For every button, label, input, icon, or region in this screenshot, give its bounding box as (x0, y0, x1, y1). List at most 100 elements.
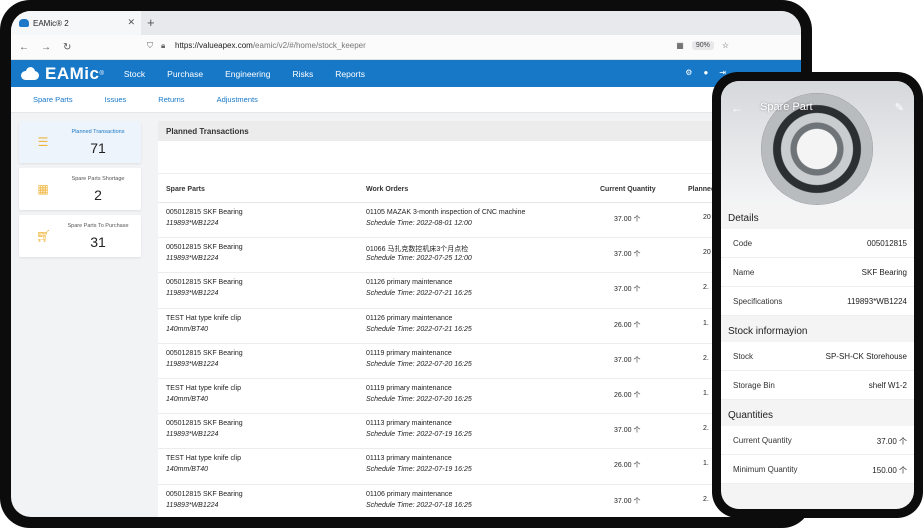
spare-part-name: 005012815 SKF Bearing (166, 490, 243, 498)
stage: EAMic® 2 ✕ + ← → ↻ ⛉ 🔒︎ https://valueape… (0, 0, 923, 529)
detail-row: Minimum Quantity 150.00 个 (721, 455, 914, 484)
cloud-logo-icon (19, 66, 41, 81)
lock-icon: 🔒︎ (161, 41, 166, 50)
menu-item-engineering[interactable]: Engineering (225, 69, 270, 79)
table-row[interactable]: TEST Hat type knife clip 140mm/BT40 01119 … (158, 379, 801, 415)
detail-value: 005012815 (866, 239, 907, 248)
user-icon[interactable]: ● (703, 68, 708, 77)
table-header: Spare Parts Work Orders Current Quantity… (158, 173, 801, 203)
section-title: Details (728, 213, 759, 224)
subnav-spare-parts[interactable]: Spare Parts (33, 95, 73, 104)
table-row[interactable]: 005012815 SKF Bearing 119893*WB1224 01066 … (158, 238, 801, 274)
detail-row: Current Quantity 37.00 个 (721, 426, 914, 455)
subnav-returns[interactable]: Returns (158, 95, 184, 104)
menu-item-purchase[interactable]: Purchase (167, 69, 203, 79)
gear-icon[interactable]: ⚙ (685, 68, 692, 77)
spare-part-name: 005012815 SKF Bearing (166, 349, 243, 357)
column-header-current-quantity[interactable]: Current Quantity (600, 186, 656, 193)
column-header-work-orders[interactable]: Work Orders (366, 186, 408, 193)
column-header-spare-parts[interactable]: Spare Parts (166, 186, 205, 193)
work-order-name: 01113 primary maintenance (366, 455, 452, 463)
schedule-time: Schedule Time: 2022-07-19 16:25 (366, 466, 472, 474)
new-tab-button[interactable]: + (147, 15, 155, 30)
table-row[interactable]: 005012815 SKF Bearing 119893*WB1224 01113 … (158, 414, 801, 450)
spare-part-spec: 140mm/BT40 (166, 466, 209, 474)
menu-item-risks[interactable]: Risks (292, 69, 313, 79)
spare-part-spec: 140mm/BT40 (166, 395, 209, 403)
spare-part-spec: 119893*WB1224 (166, 290, 219, 298)
work-order-name: 01106 primary maintenance (366, 490, 453, 498)
section-title: Quantities (728, 410, 774, 421)
back-arrow-icon[interactable]: ← (19, 42, 35, 53)
spare-part-name: 005012815 SKF Bearing (166, 209, 243, 216)
card-spare-parts-to-purchase[interactable]: 🛒︎ Spare Parts To Purchase 31 (19, 215, 141, 257)
reload-icon[interactable]: ↻ (63, 42, 79, 53)
current-quantity: 26.00 个 (614, 462, 641, 470)
detail-value: SKF Bearing (861, 268, 907, 277)
current-quantity: 37.00 个 (614, 251, 641, 259)
detail-value: 150.00 个 (872, 466, 907, 475)
planned-quantity: 20 (703, 214, 711, 221)
work-order-name: 01066 马扎克数控机床3个月点检 (366, 246, 469, 254)
back-arrow-icon[interactable]: ← (731, 101, 743, 115)
url-host: https://valueapex.com (175, 41, 253, 50)
app-header: EAMic ® Stock Purchase Engineering Risks … (11, 60, 801, 87)
work-order-name: 01113 primary maintenance (366, 420, 452, 428)
table-row[interactable]: 005012815 SKF Bearing 119893*WB1224 01106 … (158, 485, 801, 518)
schedule-time: Schedule Time: 2022-07-25 12:00 (366, 255, 472, 263)
planned-quantity: 1. (703, 389, 709, 397)
subnav-issues[interactable]: Issues (105, 95, 127, 104)
table-row[interactable]: 005012815 SKF Bearing 119893*WB1224 01126 … (158, 273, 801, 309)
card-label: Spare Parts Shortage (71, 176, 125, 182)
address-bar-actions: ▦ 90% ☆ (676, 41, 729, 50)
close-icon[interactable]: ✕ (127, 17, 135, 28)
work-order-name: 01126 primary maintenance (366, 279, 453, 287)
spare-part-name: 005012815 SKF Bearing (166, 279, 243, 287)
phone-frame: ← Spare Part ✎ Details Code 005012815 Name S… (712, 72, 923, 518)
forward-arrow-icon[interactable]: → (41, 42, 57, 53)
edit-icon[interactable]: ✎ (895, 101, 904, 114)
subnav-adjustments[interactable]: Adjustments (217, 95, 258, 104)
spare-part-hero: ← Spare Part ✎ (721, 81, 914, 205)
card-count: 2 (94, 187, 102, 203)
spare-part-spec: 119893*WB1224 (166, 501, 219, 509)
browser-tab-bar: EAMic® 2 ✕ + (11, 11, 801, 35)
menu-item-stock[interactable]: Stock (124, 69, 145, 79)
detail-value: 119893*WB1224 (847, 297, 907, 306)
work-order-name: 01126 primary maintenance (366, 314, 453, 322)
menu-item-reports[interactable]: Reports (335, 69, 365, 79)
schedule-time: Schedule Time: 2022-08-01 12:00 (366, 220, 472, 227)
schedule-time: Schedule Time: 2022-07-18 16:25 (366, 501, 472, 509)
brand-logo[interactable]: EAMic ® (19, 64, 104, 84)
browser-tab[interactable]: EAMic® 2 ✕ (11, 11, 141, 35)
card-spare-parts-shortage[interactable]: ▦ Spare Parts Shortage 2 (19, 168, 141, 210)
card-count: 31 (90, 234, 106, 250)
spare-part-name: TEST Hat type knife clip (166, 314, 241, 322)
current-quantity: 37.00 个 (614, 216, 641, 223)
url-path: /eamic/v2/#/home/stock_keeper (252, 41, 366, 50)
zoom-level[interactable]: 90% (691, 41, 714, 50)
phone-detail-sections: Details Code 005012815 Name SKF Bearing Speci… (721, 203, 914, 484)
table-row[interactable]: TEST Hat type knife clip 140mm/BT40 01126 … (158, 309, 801, 344)
spare-part-name: 005012815 SKF Bearing (166, 420, 243, 428)
schedule-time: Schedule Time: 2022-07-21 16:25 (366, 290, 472, 298)
bookmark-star-icon[interactable]: ☆ (722, 41, 729, 50)
table-row[interactable]: TEST Hat type knife clip 140mm/BT40 01113 … (158, 449, 801, 485)
qr-code-icon[interactable]: ▦ (676, 41, 684, 50)
detail-key: Storage Bin (733, 381, 775, 390)
address-bar: ← → ↻ ⛉ 🔒︎ https://valueapex.com /eamic/… (11, 35, 801, 60)
card-count: 71 (90, 140, 106, 156)
spare-part-spec: 119893*WB1224 (166, 220, 219, 227)
planned-quantity: 2. (703, 425, 709, 433)
tablet-screen: EAMic® 2 ✕ + ← → ↻ ⛉ 🔒︎ https://valueape… (11, 11, 801, 517)
detail-key: Minimum Quantity (733, 465, 798, 474)
current-quantity: 26.00 个 (614, 321, 641, 329)
table-row[interactable]: 005012815 SKF Bearing 119893*WB1224 01119 … (158, 344, 801, 379)
table-row[interactable]: 005012815 SKF Bearing 119893*WB1224 01105 … (158, 203, 801, 239)
spare-part-name: 005012815 SKF Bearing (166, 244, 243, 252)
detail-row: Specifications 119893*WB1224 (721, 287, 914, 316)
url-field[interactable]: ⛉ 🔒︎ https://valueapex.com /eamic/v2/#/h… (147, 41, 366, 50)
current-quantity: 37.00 个 (614, 427, 641, 435)
card-planned-transactions[interactable]: ☰ Planned Transactions 71 (19, 121, 141, 163)
detail-key: Stock (733, 352, 754, 361)
